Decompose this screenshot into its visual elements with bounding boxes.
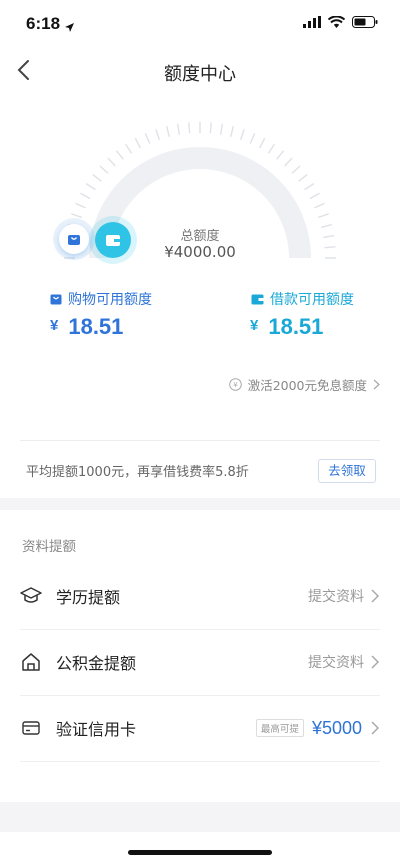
gauge-tick: [276, 150, 285, 160]
chevron-right-icon: [371, 589, 380, 603]
shopping-available-label: 购物可用额度: [50, 289, 152, 309]
credit-card-icon: [20, 717, 42, 739]
gauge-tick: [115, 150, 124, 160]
loan-available-label: 借款可用额度: [251, 289, 354, 309]
max-credit-amount: ¥5000: [311, 717, 362, 738]
gauge-tick: [249, 133, 256, 144]
gauge-tick: [188, 122, 191, 134]
gauge-tick: [324, 246, 336, 249]
bottom-separator: [0, 802, 400, 832]
gauge-tick: [284, 157, 293, 167]
row-action: 提交资料: [308, 655, 364, 671]
activate-interest-free-link[interactable]: ¥ 激活2000元免息额度: [228, 375, 380, 394]
gauge-tick: [291, 165, 301, 174]
gauge-tick: [258, 138, 266, 149]
row-label: 验证信用卡: [56, 720, 137, 739]
divider: [20, 440, 380, 441]
wallet-icon: [251, 294, 264, 305]
gauge-tick: [134, 138, 142, 149]
gauge-tick: [155, 129, 161, 141]
gauge-tick: [298, 173, 308, 182]
gauge-tick: [80, 192, 91, 200]
education-credit-row[interactable]: 学历提额 提交资料: [20, 563, 380, 629]
housing-fund-credit-row[interactable]: 公积金提额 提交资料: [20, 629, 380, 695]
shopping-bag-icon: [50, 294, 62, 305]
gauge-tick: [75, 202, 86, 209]
gauge-tick: [125, 143, 133, 154]
claim-button[interactable]: 去领取: [318, 459, 376, 483]
gauge-tick: [304, 183, 315, 191]
coupon-icon: ¥: [228, 378, 242, 391]
gauge-tick: [85, 183, 96, 191]
max-credit-tag: 最高可提: [255, 719, 304, 737]
battery-icon: [352, 16, 378, 28]
svg-text:¥: ¥: [233, 381, 238, 389]
gauge-tick: [239, 129, 245, 141]
gauge-tick: [176, 123, 181, 135]
gauge-tick: [267, 143, 275, 154]
gauge-tick: [71, 213, 83, 219]
gauge-tick: [314, 202, 325, 209]
section-separator: [0, 498, 400, 510]
gauge-tick: [219, 123, 224, 135]
promo-text: 平均提额1000元，再享借钱费率5.8折: [26, 465, 249, 480]
gauge-tick: [144, 133, 151, 144]
gauge-tick: [209, 122, 212, 134]
gauge-tick: [230, 125, 235, 137]
status-time: 6:18: [26, 14, 61, 33]
shopping-available-amount: ¥18.51: [50, 314, 124, 339]
chevron-right-icon: [371, 655, 380, 669]
signal-icon: [303, 16, 321, 28]
gauge-tick: [107, 157, 116, 167]
chevron-right-icon: [373, 379, 380, 390]
wifi-icon: [328, 16, 345, 28]
section-title: 资料提额: [22, 539, 76, 555]
gauge-tick: [317, 213, 329, 219]
status-icons: [303, 16, 378, 28]
gauge-tick: [309, 192, 320, 200]
house-icon: [20, 651, 42, 673]
shopping-bag-icon: [59, 224, 89, 254]
home-indicator: [128, 850, 272, 855]
row-label: 公积金提额: [56, 654, 137, 673]
loan-available-amount: ¥18.51: [250, 314, 324, 339]
gauge-tick: [92, 173, 102, 182]
gauge-tick: [323, 234, 335, 239]
gauge-tick: [165, 125, 170, 137]
row-action: 提交资料: [308, 589, 364, 605]
gauge-tick: [99, 165, 109, 174]
location-arrow-icon: [64, 18, 75, 37]
wallet-icon: [95, 222, 131, 258]
chevron-right-icon: [371, 721, 380, 735]
divider: [20, 761, 380, 762]
page-title: 额度中心: [164, 64, 236, 84]
gauge-tick: [321, 223, 333, 228]
row-label: 学历提额: [56, 588, 121, 607]
credit-card-verify-row[interactable]: 验证信用卡 最高可提 ¥5000: [20, 695, 380, 761]
graduation-cap-icon: [20, 585, 42, 607]
